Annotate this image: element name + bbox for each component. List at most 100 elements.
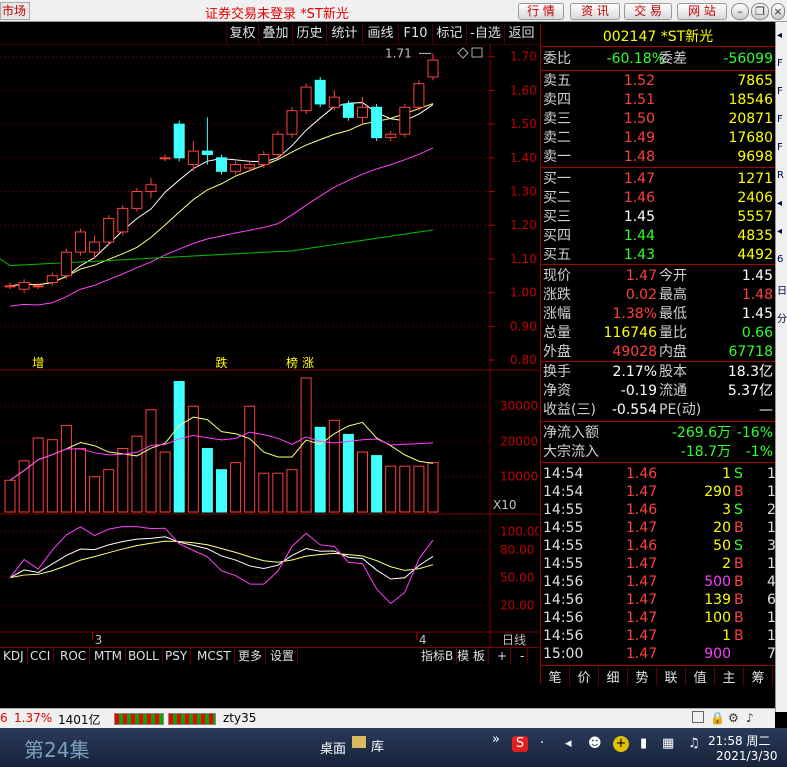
side-tool-icon[interactable]: F [777,114,783,125]
lock-icon[interactable]: 🔒 [710,711,725,725]
website-button[interactable]: 网 站 [677,3,727,20]
panel-tab[interactable]: 主 [715,667,744,686]
ask-row[interactable]: 卖一 1.48 9698 [541,148,775,167]
tick-row[interactable]: 15:00 1.47 900 7 [541,645,776,663]
tick-row[interactable]: 14:56 1.47 139 B 6 [541,591,776,609]
bid-row[interactable]: 买四 1.44 4835 [541,227,775,246]
desktop-label[interactable]: 桌面 [320,738,346,757]
tick-row[interactable]: 14:55 1.47 20 B 1 [541,519,776,537]
close-icon[interactable]: × [771,3,785,20]
tab-settings[interactable]: 设置 [267,648,299,665]
layout-icon[interactable] [692,711,704,723]
tick-row[interactable]: 14:54 1.46 1 S 1 [541,465,776,483]
tick-side: B [734,556,744,572]
add-icon[interactable]: + [613,736,629,752]
volume-bar-up [46,439,58,513]
stat-value: 1.48 [741,287,773,303]
overlay-button[interactable]: 叠加 [258,24,292,44]
side-tool-icon[interactable]: ◂ [777,198,782,209]
kline-chart[interactable]: 1.70 1.60 1.50 1.40 1.30 1.20 1.10 1.00 0.90 0.80… [0,44,539,664]
sogou-icon[interactable]: S [512,736,528,752]
statistics-button[interactable]: 统计 [326,24,362,44]
tab-roc[interactable]: ROC [57,648,91,665]
side-tool-icon[interactable]: R [777,170,784,181]
news-button[interactable]: 资 讯 [570,3,620,20]
ask-row[interactable]: 卖三 1.50 20871 [541,110,775,129]
bid-row[interactable]: 买二 1.46 2406 [541,189,775,208]
tab-mtm[interactable]: MTM [91,648,127,665]
taskbar: 第24集 桌面 库 » S · ◂ ☻ + ▮ ▦ ♫ 21:58 周二 202… [0,728,787,767]
tab-boll[interactable]: BOLL [125,648,163,665]
tab-indicator-b[interactable]: 指标B [418,648,458,665]
history-button[interactable]: 历史 [292,24,326,44]
side-tool-icon[interactable]: 6 [777,254,783,265]
library-label[interactable]: 库 [371,736,384,755]
trade-button[interactable]: 交 易 [624,3,672,20]
panel-tab[interactable]: 势 [628,667,657,686]
side-tool-icon[interactable]: ◂ [777,226,782,237]
panel-tab[interactable]: 价 [570,667,599,686]
bid-price: 1.47 [623,171,655,187]
panel-tab[interactable]: 细 [599,667,628,686]
tick-row[interactable]: 14:55 1.47 2 B 1 [541,555,776,573]
zoom-out-button[interactable]: - [517,648,529,665]
market-menu[interactable]: 市场 [0,2,30,20]
side-tool-icon[interactable]: ◂ [777,30,782,41]
back-button[interactable]: 返回 [504,24,538,44]
mark-button[interactable]: 标记 [432,24,466,44]
tab-psy[interactable]: PSY [162,648,192,665]
tray-dot-icon[interactable]: · [540,736,544,751]
panel-tab[interactable]: 联 [657,667,686,686]
tick-side: S [734,502,743,518]
tab-kdj[interactable]: KDJ [0,648,28,665]
panel-tab[interactable]: 值 [686,667,715,686]
side-toolbar[interactable]: ◂ F F F F R ◂ ◂ 6 日分 [775,22,787,712]
bid-row[interactable]: 买一 1.47 1271 [541,170,775,189]
ask-row[interactable]: 卖四 1.51 18546 [541,91,775,110]
ask-row[interactable]: 卖五 1.52 7865 [541,72,775,91]
clock-time[interactable]: 21:58 周二 [708,732,770,749]
restore-icon[interactable]: ❐ [751,3,769,20]
taskbar-window-title[interactable]: 第24集 [24,734,89,763]
side-tool-icon[interactable]: 日 [777,282,787,297]
tab-cci[interactable]: CCI [27,648,55,665]
expand-tray-icon[interactable]: » [492,732,500,747]
tab-more[interactable]: 更多 [235,648,267,665]
folder-icon[interactable] [352,736,366,748]
bid-row[interactable]: 买三 1.45 5557 [541,208,775,227]
ask-row[interactable]: 卖二 1.49 17680 [541,129,775,148]
tab-mcst[interactable]: MCST [194,648,235,665]
device-icon[interactable]: ▮ [640,736,647,751]
tick-side: B [734,520,744,536]
wechat-icon[interactable]: ☻ [588,736,602,751]
tick-row[interactable]: 14:55 1.46 50 S 3 [541,537,776,555]
watchlist-button[interactable]: -自选 [466,24,504,44]
side-tool-icon[interactable]: F [777,86,783,97]
panel-tab[interactable]: 笔 [541,667,570,686]
tools-icon[interactable]: ⚙ [728,711,739,725]
quotes-button[interactable]: 行 情 [518,3,564,20]
side-tool-icon[interactable]: F [777,142,783,153]
draw-line-button[interactable]: 画线 [362,24,398,44]
last-price-label: 1.71 [385,46,412,60]
tick-row[interactable]: 14:55 1.46 3 S 2 [541,501,776,519]
volume-icon[interactable]: ♫ [688,736,700,751]
clock-date[interactable]: 2021/3/30 [716,749,778,763]
tick-row[interactable]: 14:54 1.47 290 B 1 [541,483,776,501]
sound-icon[interactable]: ♪ [746,711,754,725]
price-tick-label: 1.70 [510,50,537,64]
tick-row[interactable]: 14:56 1.47 500 B 4 [541,573,776,591]
bid-row[interactable]: 买五 1.43 4492 [541,246,775,265]
restore-rights-button[interactable]: 复权 [226,24,258,44]
minimize-icon[interactable]: – [731,3,749,20]
panel-tab[interactable]: 筹 [744,667,773,686]
side-tool-icon[interactable]: F [777,58,783,69]
f10-button[interactable]: F10 [398,24,432,44]
tick-row[interactable]: 14:56 1.47 100 B 1 [541,609,776,627]
side-tool-icon[interactable]: 分 [777,310,787,325]
tab-template[interactable]: 模 板 [454,648,489,665]
tick-row[interactable]: 14:56 1.47 1 B 1 [541,627,776,645]
network-icon[interactable]: ▦ [662,736,674,751]
tray-arrow-icon[interactable]: ◂ [565,736,572,751]
zoom-in-button[interactable]: + [494,648,512,665]
